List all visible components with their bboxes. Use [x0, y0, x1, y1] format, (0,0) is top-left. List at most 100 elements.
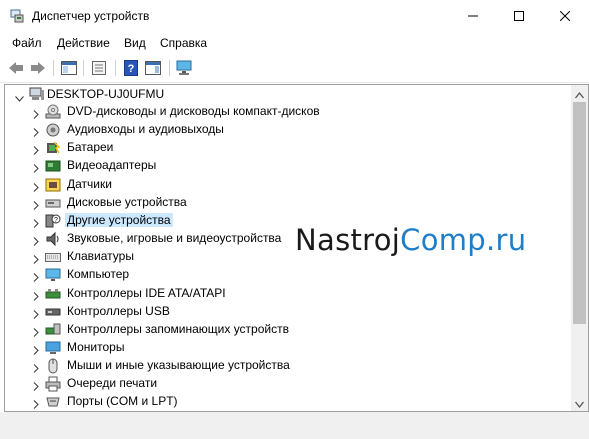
- device-category-row[interactable]: Компьютер: [5, 266, 565, 284]
- watermark-text-part2: Comp.ru: [400, 223, 527, 257]
- device-category-row[interactable]: Контроллеры запоминающих устройств: [5, 321, 565, 339]
- device-category-row[interactable]: Контроллеры IDE ATA/ATAPI: [5, 285, 565, 303]
- close-button[interactable]: [542, 0, 588, 32]
- expand-chevron-icon[interactable]: [33, 217, 39, 231]
- battery-icon: [45, 140, 61, 156]
- expand-chevron-icon[interactable]: [33, 362, 39, 376]
- menu-bar: Файл Действие Вид Справка: [0, 32, 589, 54]
- expand-chevron-icon[interactable]: [33, 271, 39, 285]
- device-category-row[interactable]: Батареи: [5, 139, 565, 157]
- device-category-row[interactable]: Порты (COM и LPT): [5, 393, 565, 411]
- watermark: NastrojComp.ru: [295, 223, 526, 257]
- menu-view[interactable]: Вид: [124, 36, 146, 50]
- vertical-scrollbar[interactable]: [571, 85, 588, 411]
- expand-chevron-icon[interactable]: [33, 308, 39, 322]
- device-category-label: Видеоадаптеры: [67, 158, 157, 173]
- device-category-row[interactable]: DVD-дисководы и дисководы компакт-дисков: [5, 103, 565, 121]
- toolbar-separator: [53, 60, 54, 76]
- scan-hardware-icon[interactable]: [175, 58, 195, 78]
- minimize-button[interactable]: [450, 0, 496, 32]
- title-bar[interactable]: Диспетчер устройств: [0, 0, 589, 32]
- maximize-button[interactable]: [496, 0, 542, 32]
- toolbar: ?: [0, 54, 589, 83]
- device-category-label: DVD-дисководы и дисководы компакт-дисков: [67, 104, 320, 118]
- expand-chevron-icon[interactable]: [33, 162, 39, 176]
- device-category-label: Контроллеры запоминающих устройств: [67, 321, 289, 336]
- device-category-label: Порты (COM и LPT): [67, 394, 178, 409]
- device-manager-icon: [10, 9, 24, 23]
- expand-chevron-icon[interactable]: [33, 199, 39, 213]
- menu-file[interactable]: Файл: [12, 36, 42, 50]
- back-arrow-icon[interactable]: [6, 58, 26, 78]
- menu-action[interactable]: Действие: [57, 36, 110, 50]
- device-category-label: Аудиовходы и аудиовыходы: [67, 122, 224, 137]
- expand-chevron-icon[interactable]: [33, 326, 39, 340]
- device-manager-window: Диспетчер устройств Файл Действие Вид Сп…: [0, 0, 589, 439]
- svg-text:?: ?: [128, 63, 135, 75]
- scrollbar-thumb[interactable]: [573, 102, 586, 324]
- monitor-icon: [45, 340, 61, 356]
- device-category-label: Датчики: [67, 176, 112, 191]
- dvd-drive-icon: [45, 104, 61, 120]
- device-category-label: Контроллеры IDE ATA/ATAPI: [67, 285, 226, 300]
- expand-chevron-icon[interactable]: [33, 235, 39, 249]
- mouse-icon: [45, 358, 61, 374]
- toolbar-separator: [169, 60, 170, 76]
- expand-chevron-icon[interactable]: [33, 380, 39, 394]
- device-category-label: Батареи: [67, 140, 114, 155]
- expand-chevron-icon[interactable]: [33, 398, 39, 411]
- device-category-row[interactable]: Мониторы: [5, 339, 565, 357]
- device-category-row[interactable]: Контроллеры USB: [5, 303, 565, 321]
- device-category-row[interactable]: Очереди печати: [5, 375, 565, 393]
- show-hide-console-tree-icon[interactable]: [59, 58, 79, 78]
- watermark-text-part1: Nastroj: [295, 223, 401, 257]
- device-category-label: Другие устройства: [65, 212, 173, 227]
- device-category-label: Очереди печати: [67, 376, 158, 391]
- keyboard-icon: [45, 249, 61, 265]
- expand-chevron-icon[interactable]: [33, 344, 39, 358]
- expand-chevron-icon[interactable]: [33, 126, 39, 140]
- properties-icon[interactable]: [89, 58, 109, 78]
- status-bar: [0, 412, 589, 439]
- expand-chevron-icon[interactable]: [33, 144, 39, 158]
- expand-chevron-icon[interactable]: [33, 253, 39, 267]
- display-adapter-icon: [45, 158, 61, 174]
- tree-root[interactable]: DESKTOP-UJ0UFMU: [5, 85, 565, 103]
- computer-name: DESKTOP-UJ0UFMU: [47, 87, 165, 101]
- expand-chevron-icon[interactable]: [33, 181, 39, 195]
- sound-video-icon: [45, 231, 61, 247]
- device-category-row[interactable]: Мыши и иные указывающие устройства: [5, 357, 565, 375]
- usb-controller-icon: [45, 304, 61, 320]
- svg-text:?: ?: [54, 217, 58, 224]
- help-icon[interactable]: ?: [121, 58, 141, 78]
- device-category-label: Звуковые, игровые и видеоустройства: [67, 231, 282, 246]
- sensor-icon: [45, 177, 61, 193]
- print-queue-icon: [45, 376, 61, 392]
- device-category-label: Мониторы: [67, 339, 125, 354]
- expand-chevron-icon[interactable]: [33, 290, 39, 304]
- device-category-row[interactable]: Датчики: [5, 176, 565, 194]
- forward-arrow-icon[interactable]: [28, 58, 48, 78]
- computer-icon: [45, 267, 61, 283]
- window-title: Диспетчер устройств: [32, 9, 150, 23]
- storage-controller-icon: [45, 322, 61, 338]
- device-category-label: Дисковые устройства: [67, 194, 187, 209]
- menu-help[interactable]: Справка: [160, 36, 207, 50]
- device-category-label: Компьютер: [67, 267, 130, 282]
- scroll-down-icon[interactable]: [574, 398, 585, 409]
- ide-controller-icon: [45, 286, 61, 302]
- expand-chevron-icon[interactable]: [33, 108, 39, 122]
- toolbar-separator: [83, 60, 84, 76]
- action-pane-icon[interactable]: [143, 58, 163, 78]
- device-category-label: Контроллеры USB: [67, 303, 170, 318]
- device-category-row[interactable]: Аудиовходы и аудиовыходы: [5, 121, 565, 139]
- scroll-up-icon[interactable]: [574, 89, 585, 99]
- device-category-label: Мыши и иные указывающие устройства: [67, 358, 290, 373]
- device-category-row[interactable]: Видеоадаптеры: [5, 157, 565, 175]
- toolbar-separator: [115, 60, 116, 76]
- device-category-label: Клавиатуры: [67, 249, 134, 264]
- device-category-row[interactable]: Дисковые устройства: [5, 194, 565, 212]
- audio-io-icon: [45, 122, 61, 138]
- other-devices-icon: ?: [45, 213, 61, 229]
- computer-icon: [29, 87, 45, 104]
